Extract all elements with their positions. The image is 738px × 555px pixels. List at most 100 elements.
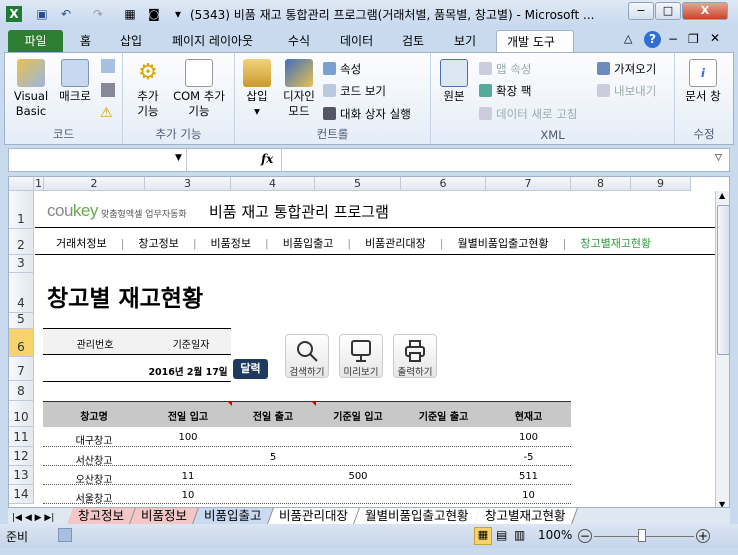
minimize-workbook-icon[interactable]: − xyxy=(668,32,678,46)
redo-icon[interactable]: ↷ xyxy=(90,6,106,22)
com-addins-button[interactable]: COM 추가 기능 xyxy=(169,59,229,119)
undo-icon[interactable]: ↶ xyxy=(58,6,74,22)
camera-icon[interactable]: ◙ xyxy=(146,6,162,22)
calendar-button[interactable]: 달력 xyxy=(233,359,268,379)
tab-page-layout[interactable]: 페이지 레이아웃 xyxy=(162,30,263,52)
row-header[interactable]: 4 xyxy=(9,273,34,313)
page-layout-view-icon[interactable]: ▤ xyxy=(496,528,507,542)
page-break-view-icon[interactable]: ▥ xyxy=(514,528,525,542)
record-macro-icon[interactable] xyxy=(101,59,115,73)
nav-link[interactable]: 비품정보 xyxy=(211,237,251,250)
table-cell[interactable]: 10 xyxy=(486,490,571,501)
save-icon[interactable]: ▣ xyxy=(34,6,50,22)
select-all-corner[interactable] xyxy=(9,177,34,191)
tab-file[interactable]: 파일 xyxy=(8,30,63,52)
insert-control-button[interactable]: 삽입 ▾ xyxy=(239,59,275,119)
row-header[interactable]: 14 xyxy=(9,485,34,504)
table-cell[interactable]: 500 xyxy=(315,471,401,482)
maximize-button[interactable]: □ xyxy=(655,2,681,20)
preview-button[interactable]: 미리보기 xyxy=(339,334,383,378)
table-cell[interactable]: -5 xyxy=(486,452,571,463)
name-box-dropdown-icon[interactable]: ▼ xyxy=(175,153,182,163)
design-mode-button[interactable]: 디자인 모드 xyxy=(279,59,319,119)
properties-button[interactable]: 속성 xyxy=(323,61,361,77)
minimize-button[interactable]: − xyxy=(628,2,654,20)
column-header[interactable]: 8 xyxy=(571,177,631,191)
macro-security-icon[interactable]: ⚠ xyxy=(100,105,113,121)
tab-view[interactable]: 보기 xyxy=(444,30,486,52)
record-macro-icon[interactable] xyxy=(58,528,72,542)
map-properties-button[interactable]: 맵 속성 xyxy=(479,61,531,77)
column-header[interactable]: 4 xyxy=(231,177,315,191)
scroll-thumb[interactable] xyxy=(717,205,729,355)
nav-link[interactable]: 비품입출고 xyxy=(283,237,334,250)
tab-home[interactable]: 홈 xyxy=(70,30,101,52)
sheet-tab[interactable]: 창고정보 xyxy=(67,508,136,524)
view-code-button[interactable]: 코드 보기 xyxy=(323,83,386,99)
row-header[interactable]: 6 xyxy=(9,329,34,357)
nav-link[interactable]: 거래처정보 xyxy=(56,237,107,250)
macro-button[interactable]: 매크로 xyxy=(55,59,95,104)
relative-ref-icon[interactable] xyxy=(101,83,115,97)
help-icon[interactable]: ? xyxy=(644,31,661,48)
table-cell[interactable]: 대구창고 xyxy=(43,432,145,447)
import-button[interactable]: 가져오기 xyxy=(597,61,656,77)
close-workbook-icon[interactable]: ✕ xyxy=(710,31,720,45)
sheet-nav-arrows[interactable]: |◀ ◀ ▶ ▶| xyxy=(8,513,70,523)
worksheet-grid[interactable]: coukey coukey 맞춤형엑셀 업무자동화 비품 재고 통합관리 프로그… xyxy=(8,176,730,508)
nav-link[interactable]: 비품관리대장 xyxy=(365,237,426,250)
row-header[interactable]: 13 xyxy=(9,466,34,485)
name-box[interactable] xyxy=(9,149,187,171)
sheet-tab[interactable]: 비품입출고 xyxy=(193,508,274,524)
nav-link[interactable]: 월별비품입출고현황 xyxy=(458,237,549,250)
sheet-tab[interactable]: 월별비품입출고현황 xyxy=(353,508,480,524)
table-cell[interactable]: 11 xyxy=(145,471,231,482)
expand-formula-icon[interactable]: ▽ xyxy=(715,153,722,163)
tab-developer[interactable]: 개발 도구 xyxy=(496,30,574,52)
table-cell[interactable]: 511 xyxy=(486,471,571,482)
export-button[interactable]: 내보내기 xyxy=(597,83,656,99)
row-header[interactable]: 11 xyxy=(9,427,34,447)
formula-input[interactable] xyxy=(281,149,701,171)
base-date[interactable]: 2016년 2월 17일 xyxy=(143,364,233,378)
row-header[interactable]: 3 xyxy=(9,255,34,273)
scroll-up-icon[interactable]: ▲ xyxy=(719,191,725,200)
column-header[interactable]: 2 xyxy=(44,177,145,191)
fx-icon[interactable]: fx xyxy=(261,152,273,166)
nav-link[interactable]: 창고정보 xyxy=(138,237,178,250)
restore-workbook-icon[interactable]: ❐ xyxy=(688,32,699,46)
normal-view-icon[interactable]: ▦ xyxy=(474,527,492,545)
source-button[interactable]: 원본 xyxy=(437,59,471,104)
form-icon[interactable]: ▦ xyxy=(122,6,138,22)
table-cell[interactable]: 10 xyxy=(145,490,231,501)
table-cell[interactable]: 100 xyxy=(486,432,571,443)
sheet-tab[interactable]: 비품관리대장 xyxy=(267,508,360,524)
collapse-ribbon-icon[interactable]: △ xyxy=(624,32,632,45)
row-header[interactable]: 10 xyxy=(9,401,34,427)
visual-basic-button[interactable]: Visual Basic xyxy=(11,59,51,119)
row-header[interactable]: 2 xyxy=(9,229,34,255)
zoom-out-button[interactable]: − xyxy=(578,529,592,543)
zoom-slider-thumb[interactable] xyxy=(638,529,646,542)
column-header[interactable]: 6 xyxy=(401,177,486,191)
column-header[interactable]: 5 xyxy=(315,177,401,191)
column-header[interactable]: 9 xyxy=(631,177,691,191)
tab-formulas[interactable]: 수식 xyxy=(278,30,320,52)
row-header[interactable]: 7 xyxy=(9,357,34,381)
nav-link[interactable]: 창고별재고현황 xyxy=(580,237,651,250)
tab-review[interactable]: 검토 xyxy=(392,30,434,52)
scroll-down-icon[interactable]: ▼ xyxy=(719,500,725,507)
print-button[interactable]: 출력하기 xyxy=(393,334,437,378)
document-panel-button[interactable]: i 문서 창 xyxy=(685,59,721,104)
addins-button[interactable]: ⚙ 추가 기능 xyxy=(131,59,165,119)
tab-data[interactable]: 데이터 xyxy=(330,30,383,52)
row-header[interactable]: 1 xyxy=(9,191,34,229)
row-header[interactable]: 8 xyxy=(9,381,34,401)
zoom-in-button[interactable]: + xyxy=(696,529,710,543)
table-cell[interactable]: 5 xyxy=(231,452,315,463)
row-header[interactable]: 12 xyxy=(9,447,34,466)
column-header[interactable]: 7 xyxy=(486,177,571,191)
close-button[interactable]: X xyxy=(682,2,728,20)
column-header[interactable]: 3 xyxy=(145,177,231,191)
sheet-tab[interactable]: 비품정보 xyxy=(130,508,199,524)
